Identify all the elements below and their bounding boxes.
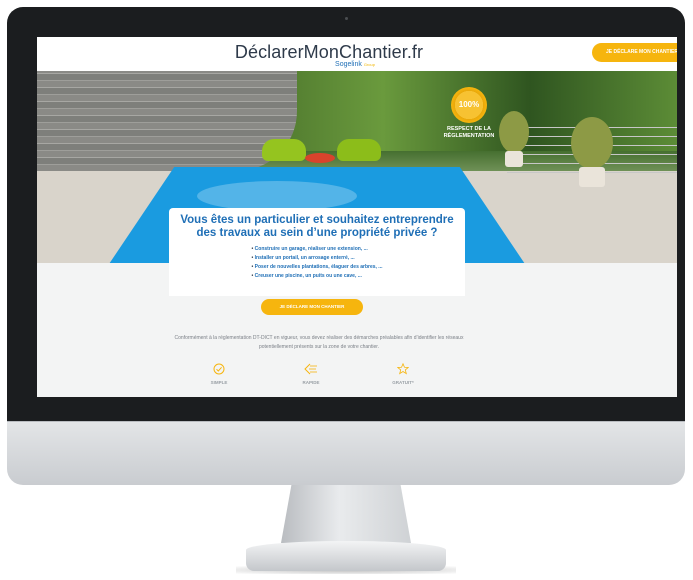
list-item: Installer un portail, un arrosage enterr… [252, 254, 383, 263]
compliance-badge: 100% [451, 87, 487, 123]
site-header: DéclarerMonChantier.fr Sogelink Group JE… [37, 37, 677, 71]
hero-beanbag-right [337, 139, 381, 161]
hero-plant-right [571, 117, 613, 169]
hero-stone-wall [37, 71, 297, 171]
hero-bullet-list: Construire un garage, réaliser une exten… [252, 245, 383, 281]
feature-simple: SIMPLE [189, 363, 249, 385]
monitor-screen: DéclarerMonChantier.fr Sogelink Group JE… [37, 37, 677, 397]
fast-forward-icon [281, 363, 341, 378]
check-circle-icon [189, 363, 249, 378]
logo-subbrand-name: Sogelink [335, 61, 362, 68]
regulation-note: Conformément à la réglementation DT-DICT… [174, 335, 464, 350]
hero-pool-reflection [197, 181, 357, 211]
hero-pot-left [505, 151, 523, 167]
monitor-stand-base [246, 541, 446, 571]
main-declare-button[interactable]: JE DÉCLARE MON CHANTIER [261, 299, 363, 315]
list-item: Construire un garage, réaliser une exten… [252, 245, 383, 254]
list-item: Poser de nouvelles plantations, élaguer … [252, 263, 383, 272]
hero-pot-right [579, 167, 605, 187]
hero-pouf [305, 153, 335, 163]
site-logo[interactable]: DéclarerMonChantier.fr Sogelink Group [229, 42, 429, 68]
list-item: Creuser une piscine, un puits ou une cav… [252, 272, 383, 281]
header-declare-button[interactable]: JE DÉCLARE MON CHANTIER [592, 43, 677, 62]
feature-label: GRATUIT* [392, 380, 414, 385]
logo-subbrand-tag: Group [363, 62, 375, 67]
hero-beanbag-left [262, 139, 306, 161]
star-icon [373, 362, 433, 378]
camera-icon [345, 17, 348, 20]
feature-label: RAPIDE [302, 380, 320, 385]
feature-rapide: RAPIDE [281, 363, 341, 385]
monitor-stand-neck [281, 485, 411, 543]
hero-title: Vous êtes un particulier et souhaitez en… [180, 214, 454, 239]
monitor-chin [7, 421, 685, 485]
hero-card: Vous êtes un particulier et souhaitez en… [169, 208, 465, 296]
compliance-badge-label: RESPECT DE LA RÉGLEMENTATION [443, 126, 495, 139]
feature-label: SIMPLE [210, 380, 228, 385]
logo-wordmark: DéclarerMonChantier.fr [234, 42, 424, 62]
feature-gratuit: GRATUIT* [373, 362, 433, 385]
